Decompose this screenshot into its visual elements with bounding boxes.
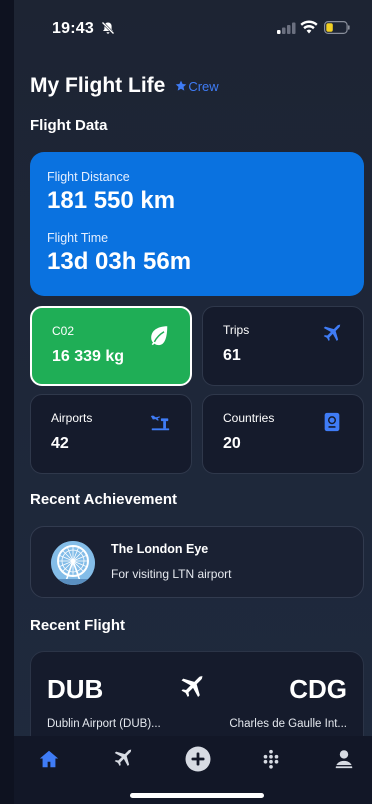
- tab-profile-icon[interactable]: [333, 748, 355, 770]
- co2-value: 16 339 kg: [52, 348, 125, 365]
- recent-flight-heading: Recent Flight: [30, 617, 126, 634]
- airplane-icon: [181, 675, 204, 697]
- leaf-icon: [151, 326, 168, 346]
- countries-value: 20: [223, 435, 241, 452]
- flight-distance-label: Flight Distance: [47, 170, 130, 184]
- origin-code: DUB: [47, 674, 104, 704]
- flight-data-heading: Flight Data: [30, 117, 108, 134]
- tab-stats-icon[interactable]: [260, 748, 282, 770]
- achievement-title: The London Eye: [111, 542, 209, 556]
- destination-name: Charles de Gaulle Int...: [229, 718, 347, 730]
- header: My Flight Life Crew: [30, 74, 219, 98]
- passport-icon: [324, 412, 340, 432]
- co2-tile[interactable]: C02 16 339 kg: [30, 306, 192, 386]
- recent-achievement-heading: Recent Achievement: [30, 491, 177, 508]
- page-title: My Flight Life: [30, 74, 166, 97]
- flight-distance-value: 181 550 km: [47, 187, 176, 214]
- star-icon: [176, 80, 187, 91]
- airplane-icon: [323, 324, 341, 342]
- crew-badge[interactable]: Crew: [175, 78, 219, 94]
- trips-tile[interactable]: Trips 61: [202, 306, 364, 386]
- flight-summary-card[interactable]: Flight Distance 181 550 km Flight Time 1…: [30, 152, 364, 296]
- app-screen: 19:43 My Flight Life Crew Flight Data Fl…: [14, 0, 372, 804]
- trips-value: 61: [223, 347, 241, 364]
- achievement-card[interactable]: The London Eye For visiting LTN airport: [30, 526, 364, 598]
- flight-time-label: Flight Time: [47, 231, 109, 245]
- status-bar: 19:43: [14, 16, 372, 44]
- airports-tile[interactable]: Airports 42: [30, 394, 192, 474]
- airports-value: 42: [51, 435, 69, 452]
- crew-badge-label: Crew: [188, 78, 219, 94]
- destination-code: CDG: [289, 674, 347, 704]
- status-time: 19:43: [52, 20, 94, 37]
- cellular-signal-icon: [277, 22, 296, 34]
- achievement-description: For visiting LTN airport: [111, 567, 232, 581]
- london-eye-icon: [51, 541, 95, 585]
- battery-icon: [324, 21, 350, 34]
- home-indicator: [130, 793, 264, 798]
- tab-add-icon[interactable]: [185, 746, 211, 772]
- tab-flights-icon[interactable]: [112, 748, 134, 770]
- airport-tower-icon: [150, 415, 170, 431]
- flight-time-value: 13d 03h 56m: [47, 248, 192, 275]
- bell-muted-icon: [101, 21, 115, 35]
- wifi-icon: [300, 20, 318, 34]
- tab-home-icon[interactable]: [38, 748, 60, 770]
- countries-tile[interactable]: Countries 20: [202, 394, 364, 474]
- origin-name: Dublin Airport (DUB)...: [47, 718, 161, 730]
- london-eye-badge: [51, 541, 95, 585]
